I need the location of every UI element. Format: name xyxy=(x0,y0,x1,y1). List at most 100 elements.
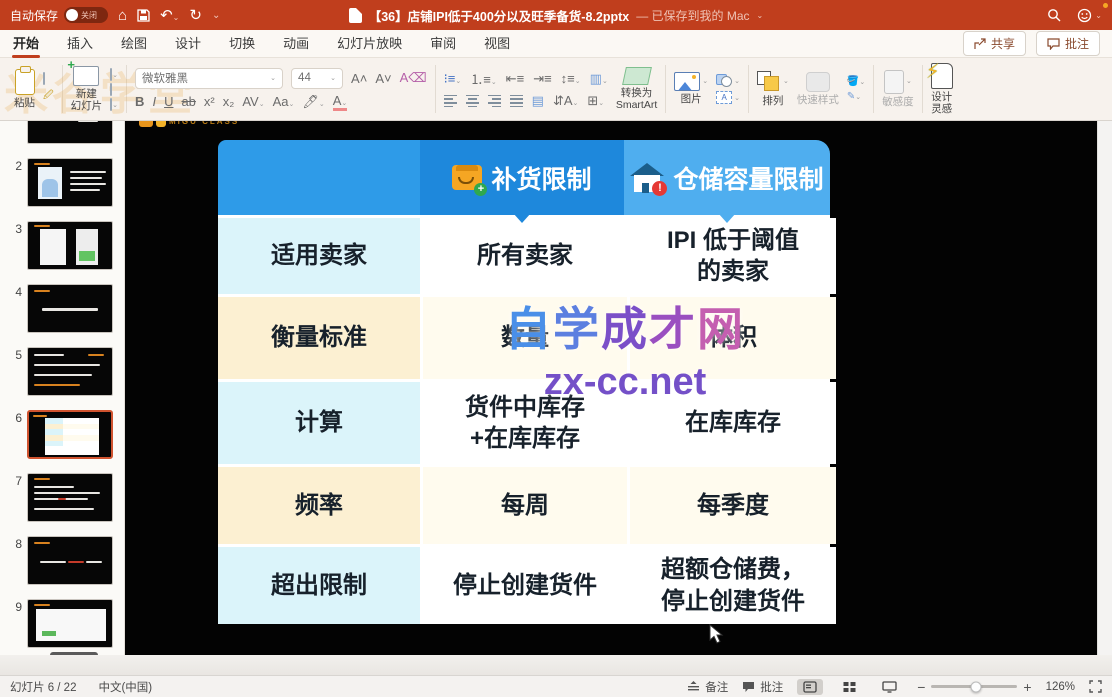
slide-thumbnail-9[interactable]: 9 xyxy=(6,599,116,648)
font-color-icon[interactable]: A⌄ xyxy=(333,93,348,111)
feedback-smiley-icon[interactable]: ⌄ xyxy=(1077,8,1102,23)
new-slide-button[interactable]: 新建 幻灯片 xyxy=(71,66,103,112)
slide-thumbnail-3[interactable]: 3 xyxy=(6,221,116,270)
zoom-slider[interactable] xyxy=(931,685,1017,688)
comments-toggle-button[interactable]: 批注 xyxy=(742,679,783,695)
notes-button[interactable]: 备注 xyxy=(687,679,728,695)
design-ideas-button[interactable]: ⚡ 设计 灵感 xyxy=(931,63,953,115)
subscript-icon[interactable]: x₂ xyxy=(223,94,235,109)
toolbar-overflow-icon[interactable]: ⌄ xyxy=(212,10,220,21)
slide-thumbnail-5[interactable]: 5 xyxy=(6,347,116,396)
tab-insert[interactable]: 插入 xyxy=(66,29,94,58)
slide-canvas[interactable]: MIGU CLASS 补货限制 ! 仓储容量限制 适用卖家 所有卖家 IPI 低… xyxy=(125,121,1097,655)
slide-sorter-view-button[interactable] xyxy=(837,679,862,695)
textbox-icon[interactable]: A⌄ xyxy=(716,91,740,104)
zoom-in-icon[interactable]: + xyxy=(1023,679,1031,695)
line-spacing-icon[interactable]: ↕≡⌄ xyxy=(561,71,581,86)
home-icon[interactable]: ⌂ xyxy=(118,8,127,23)
tab-design[interactable]: 设计 xyxy=(174,29,202,58)
table-body: 适用卖家 所有卖家 IPI 低于阈值 的卖家 衡量标准 数量 体积 计算 货件中… xyxy=(218,215,830,624)
zoom-level[interactable]: 126% xyxy=(1046,681,1075,693)
slide-thumbnail-7[interactable]: 7 xyxy=(6,473,116,522)
superscript-icon[interactable]: x² xyxy=(204,94,215,109)
tab-draw[interactable]: 绘图 xyxy=(120,29,148,58)
align-right-icon[interactable] xyxy=(488,95,501,107)
table-cell: 所有卖家 xyxy=(423,218,627,294)
undo-icon[interactable]: ↶⌄ xyxy=(160,8,179,23)
document-save-status[interactable]: — 已保存到我的 Mac xyxy=(636,7,749,24)
design-ideas-icon: ⚡ xyxy=(931,63,953,89)
comment-icon xyxy=(1047,38,1060,50)
tab-review[interactable]: 审阅 xyxy=(429,29,457,58)
slide-counter[interactable]: 幻灯片 6 / 22 xyxy=(10,679,76,695)
format-painter-icon[interactable]: 🖉 xyxy=(43,88,54,105)
paste-button[interactable]: 粘贴 xyxy=(14,69,35,109)
zoom-slider-thumb[interactable] xyxy=(971,681,982,692)
sensitivity-button[interactable]: ⌄ 敏感度 xyxy=(882,70,914,108)
table-cell: 每季度 xyxy=(630,467,836,544)
redo-icon[interactable]: ↻ xyxy=(189,8,202,23)
tab-transitions[interactable]: 切换 xyxy=(228,29,256,58)
convert-smartart-button[interactable]: 转换为 SmartArt xyxy=(616,67,657,111)
search-icon[interactable] xyxy=(1047,8,1061,22)
shape-fill-icon[interactable]: 🪣⌄ xyxy=(847,76,865,87)
autosave-switch[interactable]: 关闭 xyxy=(64,7,108,23)
align-left-icon[interactable] xyxy=(444,95,457,107)
tab-home[interactable]: 开始 xyxy=(12,29,40,58)
slide-thumbnail-8[interactable]: 8 xyxy=(6,536,116,585)
panel-scrollbar-handle[interactable] xyxy=(50,652,98,655)
copy-icon[interactable] xyxy=(43,73,54,84)
reset-slide-icon[interactable] xyxy=(110,84,118,95)
comparison-table[interactable]: 补货限制 ! 仓储容量限制 适用卖家 所有卖家 IPI 低于阈值 的卖家 衡量标… xyxy=(218,140,830,624)
share-button[interactable]: 共享 xyxy=(963,31,1026,56)
arrange-button[interactable]: ⌄ 排列 xyxy=(757,71,789,107)
character-spacing-icon[interactable]: AV⌄ xyxy=(242,94,264,109)
table-cell: IPI 低于阈值 的卖家 xyxy=(630,218,836,294)
justify-icon[interactable] xyxy=(510,95,523,107)
tab-animations[interactable]: 动画 xyxy=(282,29,310,58)
tab-slideshow[interactable]: 幻灯片放映 xyxy=(336,29,403,58)
align-text-icon[interactable]: ⊞⌄ xyxy=(587,93,604,109)
quick-styles-button[interactable]: 快速样式 xyxy=(797,72,839,106)
font-size-select[interactable]: 44⌄ xyxy=(291,68,343,89)
vertical-scrollbar[interactable] xyxy=(1097,121,1112,655)
shape-outline-icon[interactable]: ✎⌄ xyxy=(847,91,865,102)
slide-thumbnail-2[interactable]: 2 xyxy=(6,158,116,207)
bold-icon[interactable]: B xyxy=(135,94,144,109)
font-name-select[interactable]: 微软雅黑⌄ xyxy=(135,68,283,89)
shrink-font-icon[interactable]: A˅ xyxy=(375,71,391,86)
numbering-icon[interactable]: ⒈≡⌄ xyxy=(470,69,496,88)
outdent-icon[interactable]: ⇤≡ xyxy=(506,71,524,87)
save-icon[interactable] xyxy=(137,9,150,22)
section-icon[interactable]: ⌄ xyxy=(110,99,118,110)
fit-slide-icon[interactable] xyxy=(1089,680,1102,693)
zoom-out-icon[interactable]: − xyxy=(917,679,925,695)
picture-button[interactable]: ⌄ 图片 xyxy=(674,72,708,105)
align-center-icon[interactable] xyxy=(466,95,479,107)
comments-button[interactable]: 批注 xyxy=(1036,31,1100,56)
slides-group: 新建 幻灯片 ⌄ ⌄ xyxy=(63,61,126,117)
italic-icon[interactable]: I xyxy=(152,94,156,109)
columns-icon[interactable]: ▥⌄ xyxy=(590,71,608,87)
indent-icon[interactable]: ⇥≡ xyxy=(533,71,551,87)
slide-thumbnail-1[interactable]: 1 xyxy=(6,121,116,144)
slideshow-view-button[interactable] xyxy=(876,679,903,695)
tab-view[interactable]: 视图 xyxy=(483,29,511,58)
strikethrough-icon[interactable]: ab xyxy=(181,94,195,109)
shapes-icon[interactable]: ⌄ xyxy=(716,74,740,87)
slide-layout-icon[interactable]: ⌄ xyxy=(110,69,118,80)
autosave-toggle[interactable]: 自动保存 关闭 xyxy=(10,7,108,24)
title-chevron-icon[interactable]: ⌄ xyxy=(757,11,764,20)
highlight-pen-icon[interactable]: 🖊⌄ xyxy=(302,94,324,110)
grow-font-icon[interactable]: A˄ xyxy=(351,71,367,86)
underline-icon[interactable]: U xyxy=(164,94,173,109)
change-case-icon[interactable]: Aa⌄ xyxy=(273,94,295,109)
clear-formatting-icon[interactable]: A⌫ xyxy=(400,70,427,86)
bullets-icon[interactable]: ⁝≡⌄ xyxy=(444,71,462,87)
distribute-icon[interactable]: ▤ xyxy=(532,93,544,109)
language-indicator[interactable]: 中文(中国) xyxy=(98,679,152,695)
normal-view-button[interactable] xyxy=(797,679,823,695)
slide-thumbnail-6-selected[interactable]: 6 xyxy=(6,410,116,459)
slide-thumbnail-4[interactable]: 4 xyxy=(6,284,116,333)
text-direction-icon[interactable]: ⇵A⌄ xyxy=(553,93,578,109)
